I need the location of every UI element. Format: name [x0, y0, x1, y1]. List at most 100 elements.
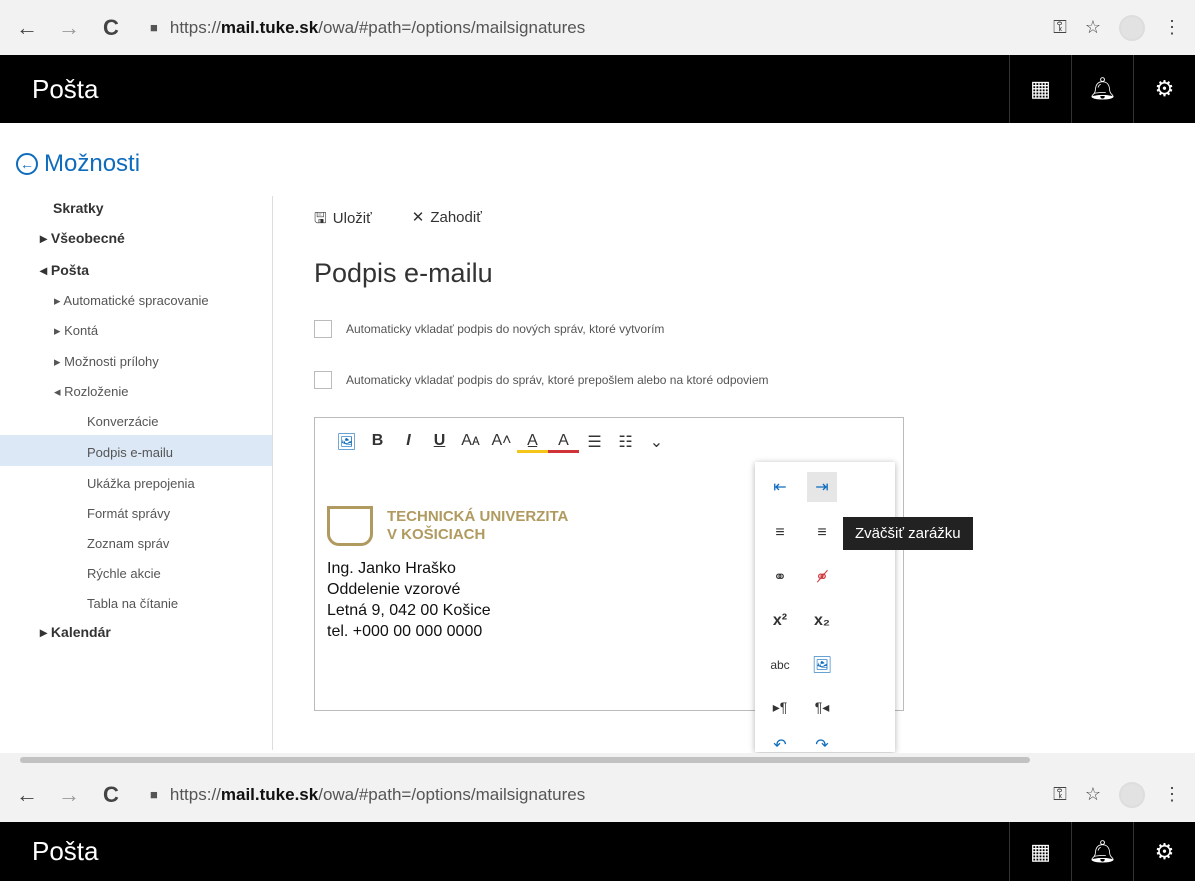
more-formatting-menu: ⇤ ⇥ ≡ ≡ ⚭ ⚭̸ x² x₂ abc 🖼 ▸¶ ¶◂ ↶ ↷	[755, 462, 895, 754]
option-reply-forward[interactable]: Automaticky vkladať podpis do správ, kto…	[314, 371, 769, 389]
star-icon[interactable]: ☆	[1085, 17, 1101, 38]
logo-text-line2: V KOŠICIACH	[387, 526, 486, 543]
menu-icon[interactable]: ⋮	[1163, 784, 1181, 805]
url-scheme: https://	[169, 784, 221, 804]
save-button[interactable]: 🖫 Uložiť	[314, 208, 372, 233]
bold-button[interactable]: B	[362, 432, 393, 453]
nav-item-quick-actions[interactable]: Rýchle akcie	[87, 566, 161, 581]
settings-gear-icon[interactable]: ⚙	[1133, 822, 1195, 881]
signature-address: Letná 9, 042 00 Košice	[327, 602, 491, 619]
avatar[interactable]	[1119, 781, 1145, 808]
discard-label: Zahodiť	[430, 209, 482, 226]
browser-toolbar-2: ← → C ■ https://mail.tuke.sk/owa/#path=/…	[0, 767, 1195, 822]
notification-bell-icon[interactable]: 🔔︎	[1071, 55, 1133, 123]
browser-toolbar: ← → C ■ https://mail.tuke.sk/owa/#path=/…	[0, 0, 1195, 55]
nav-item-mail[interactable]: ◂ Pošta	[40, 262, 89, 279]
nav-item-reading-pane[interactable]: Tabla na čítanie	[87, 596, 178, 611]
save-label: Uložiť	[332, 210, 372, 227]
horizontal-scrollbar[interactable]	[0, 753, 1195, 767]
option-new-messages[interactable]: Automaticky vkladať podpis do nových spr…	[314, 320, 664, 338]
nav-item-layout[interactable]: ◂ Rozloženie	[54, 384, 128, 400]
close-icon: ✕	[411, 209, 425, 226]
highlight-icon[interactable]: A̲	[517, 432, 548, 453]
reload-icon[interactable]: C	[96, 782, 126, 808]
ltr-icon[interactable]: ▸¶	[765, 692, 795, 722]
checkbox[interactable]	[314, 371, 332, 389]
nav-item-calendar[interactable]: ▸ Kalendár	[40, 624, 111, 641]
key-icon[interactable]: ⚿	[1053, 784, 1067, 805]
subscript-icon[interactable]: x₂	[807, 606, 837, 636]
underline-button[interactable]: U	[424, 432, 455, 453]
address-bar[interactable]: ■ https://mail.tuke.sk/owa/#path=/option…	[150, 18, 585, 38]
rtl-icon[interactable]: ¶◂	[807, 692, 837, 722]
bullets-icon[interactable]: ☰	[579, 432, 610, 453]
reload-icon[interactable]: C	[96, 15, 126, 41]
settings-gear-icon[interactable]: ⚙	[1133, 55, 1195, 123]
address-bar[interactable]: ■ https://mail.tuke.sk/owa/#path=/option…	[150, 785, 585, 805]
align-left-icon[interactable]: ≡	[765, 518, 795, 548]
image-icon[interactable]: 🖼	[807, 650, 837, 680]
decrease-indent-icon[interactable]: ⇤	[765, 472, 795, 502]
back-arrow-icon: ←	[16, 153, 38, 175]
url-host: mail.tuke.sk	[220, 784, 319, 804]
superscript-icon[interactable]: x²	[765, 606, 795, 636]
insert-image-icon[interactable]: 🖼	[331, 432, 362, 453]
key-icon[interactable]: ⚿	[1053, 17, 1067, 38]
font-color-icon[interactable]: A	[548, 432, 579, 453]
checkbox-label: Automaticky vkladať podpis do správ, kto…	[346, 373, 769, 387]
save-icon: 🖫	[314, 210, 327, 227]
align-center-icon[interactable]: ≡	[807, 518, 837, 548]
app-title: Pošta	[32, 836, 99, 866]
back-icon[interactable]: ←	[12, 15, 42, 41]
avatar[interactable]	[1119, 14, 1145, 41]
nav-item-email-signature[interactable]: Podpis e-mailu	[87, 445, 173, 460]
app-header-2: Pošta ▦ 🔔︎ ⚙	[0, 822, 1195, 881]
nav-item-attachments[interactable]: ▸ Možnosti prílohy	[54, 354, 159, 370]
remove-link-icon[interactable]: ⚭̸	[807, 562, 837, 592]
signature-content: TECHNICKÁ UNIVERZITA V KOŠICIACH Ing. Ja…	[327, 506, 568, 642]
forward-icon[interactable]: →	[54, 782, 84, 808]
lock-icon: ■	[150, 787, 158, 802]
app-launcher-icon[interactable]: ▦	[1009, 822, 1071, 881]
signature-phone: tel. +000 00 000 0000	[327, 623, 483, 640]
notification-bell-icon[interactable]: 🔔︎	[1071, 822, 1133, 881]
nav-item-accounts[interactable]: ▸ Kontá	[54, 323, 98, 339]
font-size-icon[interactable]: Aᴀ	[455, 432, 486, 453]
nav-item-conversations[interactable]: Konverzácie	[87, 414, 159, 429]
page-title: Podpis e-mailu	[314, 258, 493, 288]
editor-toolbar: 🖼 B I U Aᴀ A˄ A̲ A ☰ ☷ ⌄	[331, 432, 672, 453]
checkbox-label: Automaticky vkladať podpis do nových spr…	[346, 322, 665, 336]
options-back-link[interactable]: ← Možnosti	[16, 150, 140, 178]
nav-item-link-preview[interactable]: Ukážka prepojenia	[87, 476, 195, 491]
insert-link-icon[interactable]: ⚭	[765, 562, 795, 592]
app-header: Pošta ▦ 🔔︎ ⚙	[0, 55, 1195, 123]
star-icon[interactable]: ☆	[1085, 784, 1101, 805]
url-host: mail.tuke.sk	[220, 17, 319, 37]
nav-item-shortcuts[interactable]: Skratky	[53, 200, 104, 216]
back-icon[interactable]: ←	[12, 782, 42, 808]
nav-item-message-list[interactable]: Zoznam správ	[87, 536, 169, 551]
scrollbar-thumb[interactable]	[20, 757, 1030, 763]
increase-indent-icon[interactable]: ⇥	[807, 472, 837, 502]
university-logo: TECHNICKÁ UNIVERZITA V KOŠICIACH	[327, 506, 568, 546]
options-nav: Skratky ▸ Všeobecné ◂ Pošta ▸ Automatick…	[0, 196, 273, 750]
nav-item-message-format[interactable]: Formát správy	[87, 506, 170, 521]
nav-item-general[interactable]: ▸ Všeobecné	[40, 230, 125, 247]
app-launcher-icon[interactable]: ▦	[1009, 55, 1071, 123]
strikethrough-icon[interactable]: abc	[765, 650, 795, 680]
nav-item-automatic-processing[interactable]: ▸ Automatické spracovanie	[54, 293, 209, 309]
menu-icon[interactable]: ⋮	[1163, 17, 1181, 38]
url-path: /owa/#path=/options/mailsignatures	[318, 17, 586, 37]
checkbox[interactable]	[314, 320, 332, 338]
logo-text-line1: TECHNICKÁ UNIVERZITA	[387, 508, 569, 525]
chevron-down-icon[interactable]: ⌄	[641, 432, 672, 453]
discard-button[interactable]: ✕ Zahodiť	[412, 208, 482, 233]
app-title: Pošta	[32, 73, 99, 104]
lock-icon: ■	[150, 20, 158, 35]
italic-button[interactable]: I	[393, 432, 424, 453]
url-path: /owa/#path=/options/mailsignatures	[318, 784, 586, 804]
numbering-icon[interactable]: ☷	[610, 432, 641, 453]
grow-font-icon[interactable]: A˄	[486, 432, 517, 453]
forward-icon[interactable]: →	[54, 15, 84, 41]
logo-mark	[327, 506, 373, 546]
